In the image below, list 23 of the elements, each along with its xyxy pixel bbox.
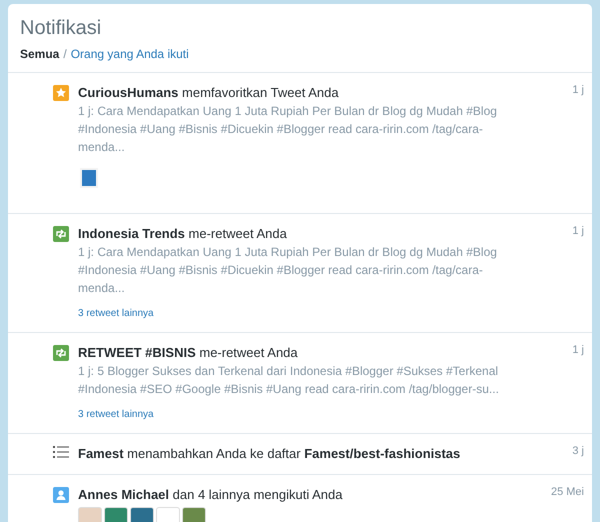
notification-time: 1 j bbox=[572, 84, 584, 98]
filter-separator: / bbox=[63, 47, 67, 61]
tweet-text: 1 j: Cara Mendapatkan Uang 1 Juta Rupiah Per Bulan dr Blog dg Mudah #Blog #Indonesia #Uang #Bisnis #Dicuekin #Blogger read cara-ririn.com /tag/cara-menda... bbox=[78, 103, 498, 156]
notification-time: 3 j bbox=[572, 445, 584, 459]
more-retweets-link[interactable]: 3 retweet lainnya bbox=[78, 408, 584, 422]
retweet-icon bbox=[53, 345, 69, 361]
person-icon bbox=[53, 487, 69, 503]
notification-time: 25 Mei bbox=[550, 486, 584, 500]
notification-headline: Famest menambahkan Anda ke daftar Famest/best-fashionistas bbox=[78, 445, 460, 463]
filter-link[interactable]: Orang yang Anda ikuti bbox=[70, 47, 189, 61]
notification-time: 1 j bbox=[572, 225, 584, 239]
notification-headline: RETWEET #BISNIS me-retweet Anda bbox=[78, 344, 298, 362]
page-title: Notifikasi bbox=[20, 16, 102, 40]
tweet-text: 1 j: Cara Mendapatkan Uang 1 Juta Rupiah Per Bulan dr Blog dg Mudah #Blog #Indonesia #Uang #Bisnis #Dicuekin #Blogger read cara-ririn.com /tag/cara-menda... bbox=[78, 244, 498, 297]
notification-time: 1 j bbox=[572, 344, 584, 358]
filter-link[interactable]: Semua bbox=[20, 47, 60, 61]
notification-headline: Indonesia Trends me-retweet Anda bbox=[78, 225, 287, 243]
notification-headline: Annes Michael dan 4 lainnya mengikuti Anda bbox=[78, 486, 342, 504]
tweet-text: 1 j: 5 Blogger Sukses dan Terkenal dari Indonesia #Blogger #Sukses #Terkenal #Indonesia #SEO #Google #Bisnis #Uang read cara-ririn.com /tag/blogger-su... bbox=[78, 363, 500, 398]
retweet-icon bbox=[53, 226, 69, 242]
notification-headline: CuriousHumans memfavoritkan Tweet Anda bbox=[78, 84, 339, 102]
list-icon bbox=[53, 446, 69, 458]
more-retweets-link[interactable]: 3 retweet lainnya bbox=[78, 307, 584, 321]
